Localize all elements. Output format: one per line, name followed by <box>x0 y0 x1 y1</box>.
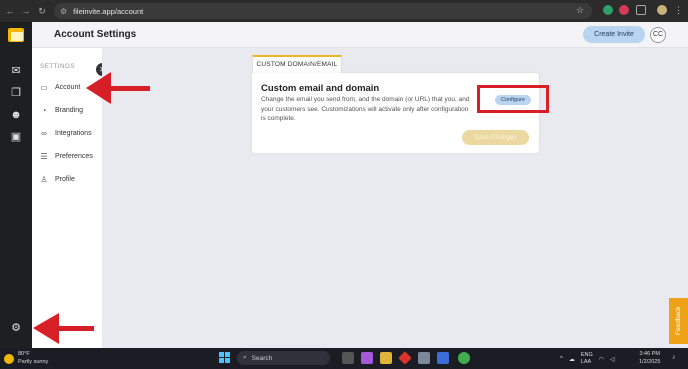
app-icon[interactable] <box>418 352 430 364</box>
wifi-icon[interactable]: ◠ <box>599 356 604 363</box>
notification-bell-icon[interactable]: ♪ <box>672 354 676 361</box>
network-icon[interactable]: ☁ <box>569 356 575 363</box>
chevron-up-icon[interactable]: ^ <box>560 356 563 362</box>
app-icon[interactable] <box>398 351 412 365</box>
search-icon: ⌕ <box>243 354 247 361</box>
system-tray: ^ ☁ ENG LAA ◠ ◁ <box>560 352 615 366</box>
task-view-icon[interactable] <box>342 352 354 364</box>
annotation-overlay <box>33 72 150 344</box>
chrome-icon[interactable] <box>458 352 470 364</box>
keyboard-layout: LAA <box>580 359 592 365</box>
temperature: 80°F <box>18 351 30 357</box>
clock[interactable]: 3:46 PM 1/2/2025 <box>639 351 660 366</box>
language-indicator[interactable]: ENG LAA <box>581 352 593 366</box>
partly-sunny-icon <box>4 353 14 364</box>
file-explorer-icon[interactable] <box>380 352 392 364</box>
weather-text: Partly sunny <box>18 358 49 365</box>
annotation-arrow-account <box>86 72 150 104</box>
search-placeholder: Search <box>251 354 273 362</box>
windows-start-icon[interactable] <box>219 352 230 363</box>
clock-date: 1/2/2025 <box>639 358 661 365</box>
copilot-icon[interactable] <box>361 352 373 364</box>
weather-widget[interactable]: 80°F Partly sunny <box>4 351 48 366</box>
clock-time: 3:46 PM <box>639 351 660 357</box>
language-code: ENG <box>580 352 593 358</box>
app-icon[interactable] <box>437 352 449 364</box>
volume-icon[interactable]: ◁ <box>610 356 615 363</box>
taskbar-search[interactable]: ⌕ Search <box>237 351 330 365</box>
annotation-arrow-settings <box>33 313 94 344</box>
windows-taskbar: 80°F Partly sunny ⌕ Search ^ ☁ ENG LAA ◠… <box>0 348 688 369</box>
